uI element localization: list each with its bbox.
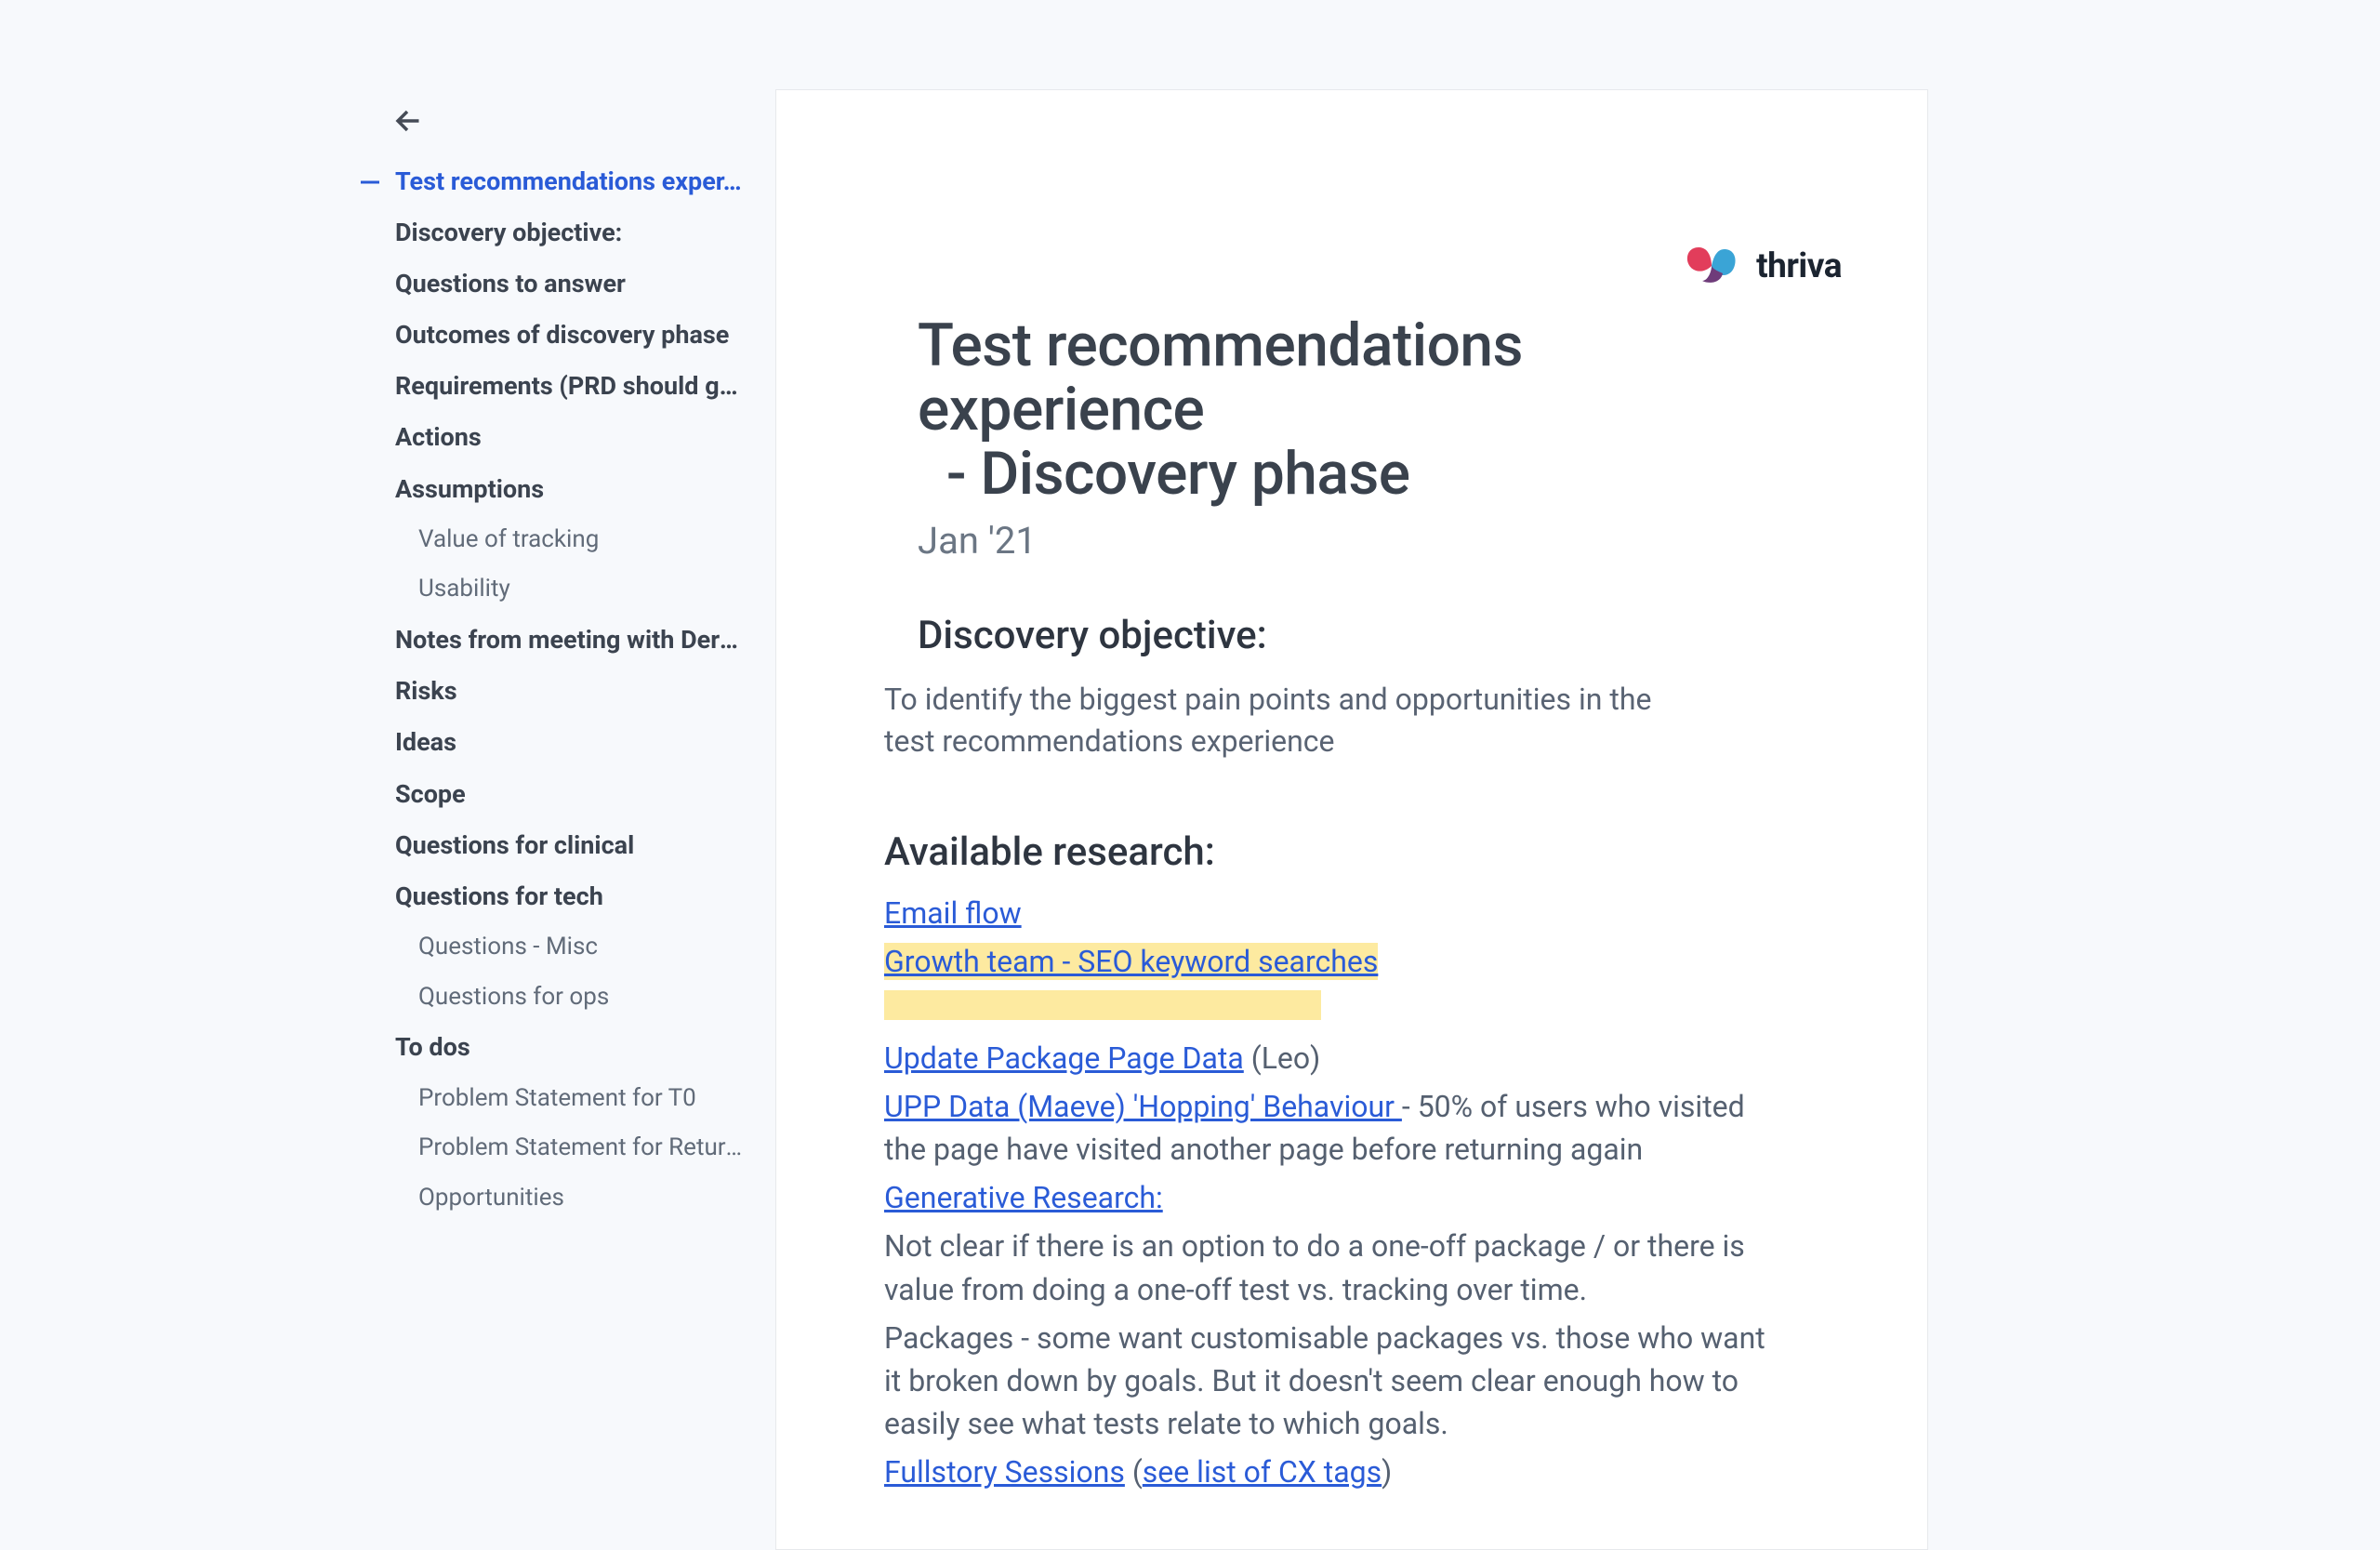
outline-item-label: Questions for clinical bbox=[395, 830, 634, 860]
outline-item[interactable]: To dos bbox=[357, 1022, 744, 1073]
outline-item[interactable]: Value of tracking bbox=[357, 515, 744, 565]
outline-item-label: Ideas bbox=[395, 727, 456, 757]
outline-item[interactable]: Usability bbox=[357, 564, 744, 615]
outline-item-label: Usability bbox=[418, 575, 510, 603]
research-item: Update Package Page Data (Leo) bbox=[884, 1037, 1777, 1080]
outline-root[interactable]: Test recommendations exper… bbox=[357, 156, 744, 207]
outline-item-label: Actions bbox=[395, 422, 482, 452]
outline-item-label: Risks bbox=[395, 676, 457, 706]
research-item-highlight-spacer bbox=[884, 988, 1777, 1031]
collapse-icon[interactable] bbox=[361, 180, 379, 183]
doc-title: Test recommendations experience - Discov… bbox=[918, 313, 1816, 506]
outline-item[interactable]: Questions - Misc bbox=[357, 922, 744, 973]
document-page: thriva Test recommendations experience -… bbox=[775, 89, 1928, 1550]
outline-item-label: Notes from meeting with Derek bbox=[395, 625, 744, 655]
generative-body-1: Not clear if there is an option to do a … bbox=[884, 1225, 1777, 1310]
research-item: UPP Data (Maeve) 'Hopping' Behaviour - 5… bbox=[884, 1085, 1777, 1171]
outline-item[interactable]: Questions for tech bbox=[357, 871, 744, 922]
outline-item[interactable]: Notes from meeting with Derek bbox=[357, 615, 744, 666]
link-generative[interactable]: Generative Research: bbox=[884, 1180, 1163, 1215]
outline-item[interactable]: Ideas bbox=[357, 717, 744, 768]
link-growth-seo[interactable]: Growth team - SEO keyword searches bbox=[884, 944, 1378, 979]
research-item: Generative Research: bbox=[884, 1176, 1777, 1219]
outline-item[interactable]: Problem Statement for T0 bbox=[357, 1074, 744, 1124]
outline-item-label: Problem Statement for T0 bbox=[418, 1084, 696, 1112]
outline-item[interactable]: Scope bbox=[357, 769, 744, 820]
generative-body-2: Packages - some want customisable packag… bbox=[884, 1317, 1777, 1445]
research-heading: Available research: bbox=[884, 829, 1816, 875]
research-list: Email flow Growth team - SEO keyword sea… bbox=[884, 892, 1777, 1493]
doc-title-line1: Test recommendations experience bbox=[918, 311, 1523, 444]
outline-root-label: Test recommendations exper… bbox=[395, 166, 742, 196]
title-block: Test recommendations experience - Discov… bbox=[918, 313, 1816, 563]
outline-item[interactable]: Actions bbox=[357, 412, 744, 463]
research-item: Growth team - SEO keyword searches bbox=[884, 940, 1777, 983]
update-package-suffix: (Leo) bbox=[1251, 1040, 1321, 1076]
outline-item-label: Outcomes of discovery phase bbox=[395, 320, 729, 350]
back-button[interactable] bbox=[389, 102, 426, 139]
outline-item[interactable]: Outcomes of discovery phase bbox=[357, 310, 744, 361]
outline-item-label: Assumptions bbox=[395, 474, 544, 504]
doc-title-line2: - Discovery phase bbox=[946, 439, 1410, 509]
outline-item[interactable]: Discovery objective: bbox=[357, 207, 744, 258]
link-cx-tags[interactable]: see list of CX tags bbox=[1143, 1454, 1382, 1490]
objective-body: To identify the biggest pain points and … bbox=[884, 679, 1702, 762]
doc-date: Jan '21 bbox=[918, 519, 1816, 563]
research-item: Fullstory Sessions (see list of CX tags) bbox=[884, 1451, 1777, 1493]
outline-item-label: Discovery objective: bbox=[395, 218, 622, 247]
arrow-left-icon bbox=[393, 107, 421, 135]
link-fullstory[interactable]: Fullstory Sessions bbox=[884, 1454, 1125, 1490]
paren-close: ) bbox=[1382, 1454, 1392, 1490]
link-email-flow[interactable]: Email flow bbox=[884, 895, 1022, 931]
paren-open: ( bbox=[1132, 1454, 1143, 1490]
research-item: Email flow bbox=[884, 892, 1777, 934]
outline-item-label: Questions - Misc bbox=[418, 933, 598, 960]
outline-item[interactable]: Questions for ops bbox=[357, 973, 744, 1023]
outline-item-label: Scope bbox=[395, 779, 466, 809]
outline-item-label: Questions for ops bbox=[418, 983, 609, 1011]
link-upp-data[interactable]: UPP Data (Maeve) 'Hopping' Behaviour bbox=[884, 1089, 1402, 1124]
outline-item-label: Requirements (PRD should gi… bbox=[395, 371, 744, 401]
outline-item[interactable]: Opportunities bbox=[357, 1173, 744, 1224]
outline-item[interactable]: Risks bbox=[357, 666, 744, 717]
outline-item-label: Problem Statement for Returnin… bbox=[418, 1133, 744, 1161]
outline-item[interactable]: Questions to answer bbox=[357, 258, 744, 310]
outline-item[interactable]: Requirements (PRD should gi… bbox=[357, 361, 744, 412]
link-update-package[interactable]: Update Package Page Data bbox=[884, 1040, 1244, 1076]
document-outline: Test recommendations exper… Discovery ob… bbox=[357, 102, 744, 1224]
brand-text: thriva bbox=[1756, 246, 1842, 286]
outline-item-label: Questions for tech bbox=[395, 881, 603, 911]
objective-heading: Discovery objective: bbox=[918, 613, 1816, 658]
brand-logo: thriva bbox=[1684, 244, 1842, 288]
outline-item-label: To dos bbox=[395, 1032, 470, 1062]
outline-item-label: Value of tracking bbox=[418, 525, 599, 553]
outline-item-label: Opportunities bbox=[418, 1184, 564, 1212]
outline-item[interactable]: Assumptions bbox=[357, 464, 744, 515]
outline-item[interactable]: Problem Statement for Returnin… bbox=[357, 1123, 744, 1173]
brand-mark-icon bbox=[1684, 244, 1739, 288]
outline-item-label: Questions to answer bbox=[395, 269, 626, 298]
outline-item[interactable]: Questions for clinical bbox=[357, 820, 744, 871]
